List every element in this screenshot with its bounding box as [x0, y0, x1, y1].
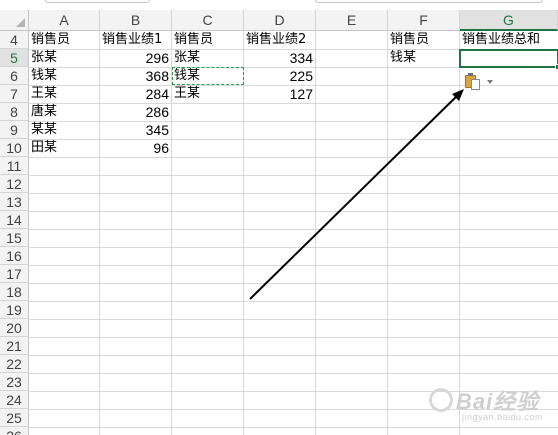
annotation-arrow	[249, 89, 464, 300]
arrow-shaft	[249, 92, 461, 300]
watermark: Bai经验 jingyan.baidu.com	[426, 380, 556, 432]
paw-logo-icon	[429, 388, 453, 412]
spreadsheet[interactable]: A B C D E F G 4 5 6 7 8 9 10 11 12 13 14…	[0, 0, 558, 435]
watermark-url: jingyan.baidu.com	[462, 412, 544, 422]
